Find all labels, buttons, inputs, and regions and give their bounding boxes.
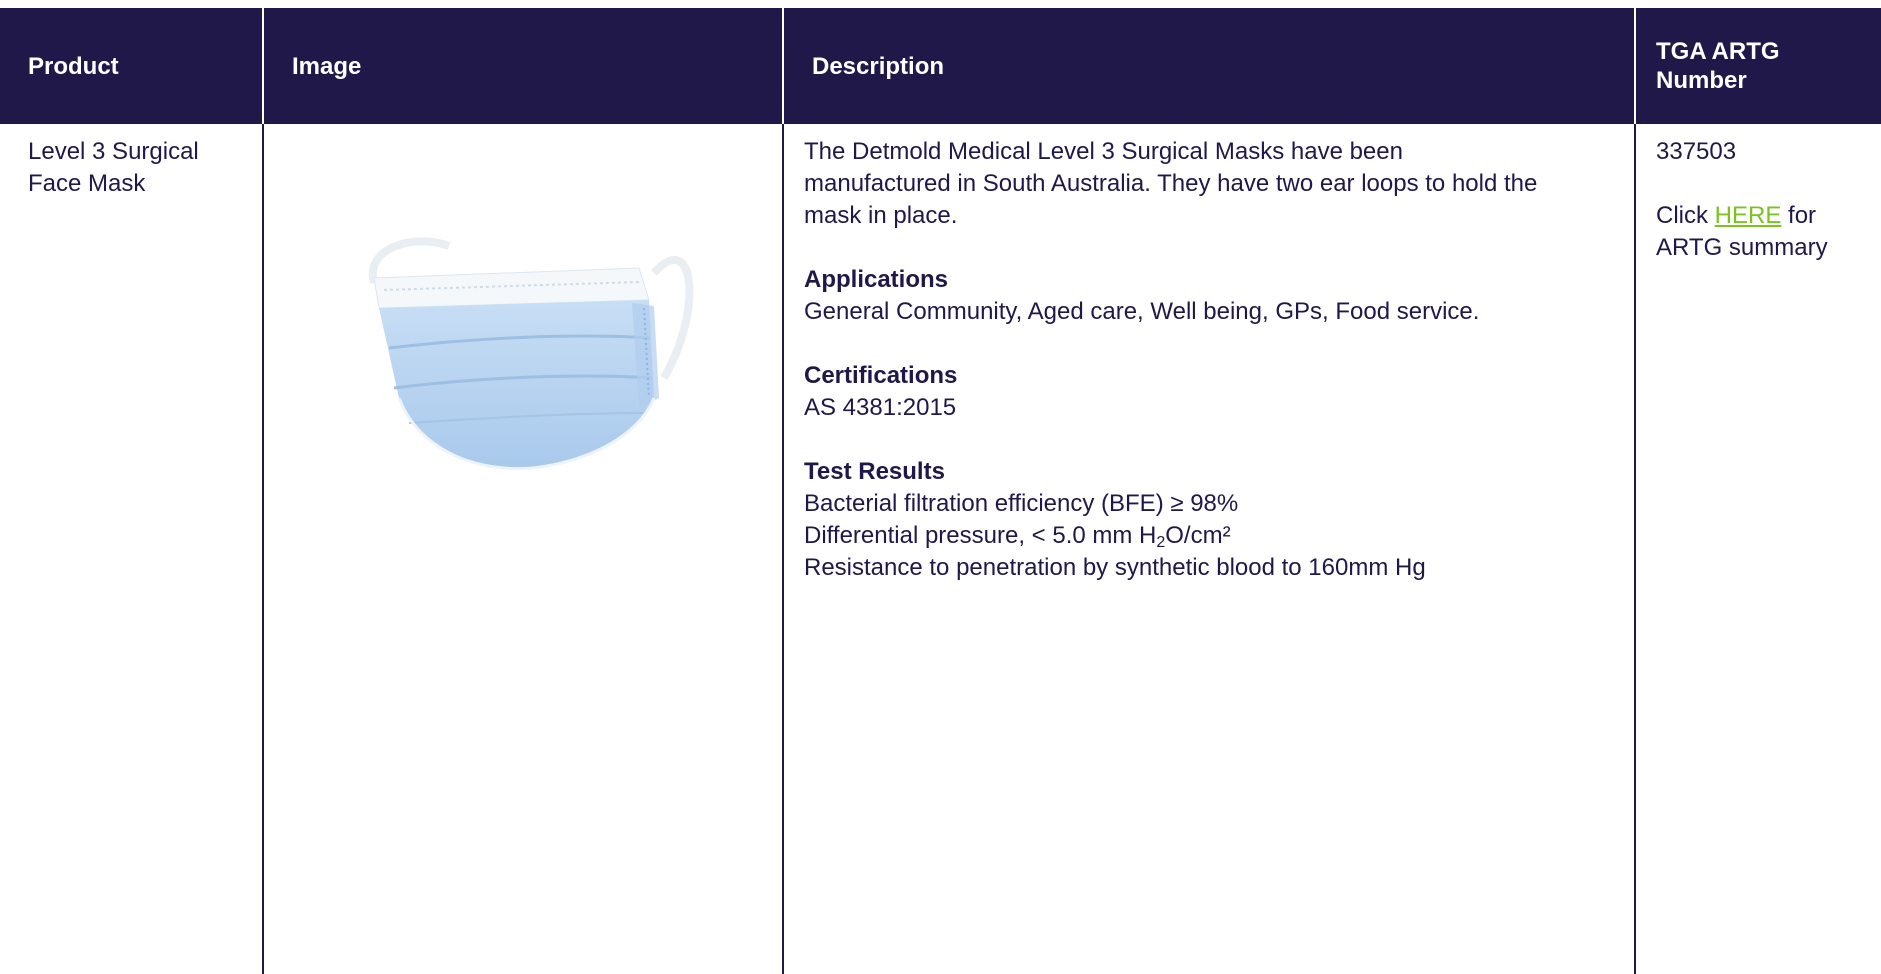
test-result-bfe: Bacterial filtration efficiency (BFE) ≥ … <box>804 490 1239 517</box>
artg-summary-link[interactable]: HERE <box>1715 202 1782 229</box>
header-artg-number: TGA ARTG Number <box>1634 8 1881 124</box>
page: Product Image Description TGA ARTG Numbe… <box>0 0 1881 974</box>
pressure-text-prefix: Differential pressure, < 5.0 mm H <box>804 522 1157 549</box>
applications-heading: Applications <box>804 266 949 293</box>
test-result-differential-pressure: Differential pressure, < 5.0 mm H2O/cm² <box>804 520 1616 552</box>
description-intro-line2: manufactured in South Australia. They ha… <box>804 170 1538 197</box>
artg-click-line: Click HERE for <box>1656 200 1871 232</box>
cell-product: Level 3 Surgical Face Mask <box>0 124 263 974</box>
header-image: Image <box>262 8 783 124</box>
description-intro-line3: mask in place. <box>804 202 958 229</box>
artg-click-suffix: for <box>1781 202 1817 229</box>
cell-artg: 337503 Click HERE for ARTG summary <box>1634 124 1881 974</box>
table-row: Level 3 Surgical Face Mask The Detmold M… <box>0 124 1881 974</box>
surgical-mask-icon <box>354 228 714 508</box>
description-intro-line1: The Detmold Medical Level 3 Surgical Mas… <box>804 138 1403 165</box>
artg-click-prefix: Click <box>1656 202 1715 229</box>
cell-image <box>262 124 783 974</box>
header-product: Product <box>0 8 263 124</box>
test-results-heading: Test Results <box>804 458 945 485</box>
table-header-row: Product Image Description TGA ARTG Numbe… <box>0 8 1881 124</box>
product-name-line2: Face Mask <box>28 170 146 197</box>
cell-description: The Detmold Medical Level 3 Surgical Mas… <box>782 124 1635 974</box>
certifications-text: AS 4381:2015 <box>804 394 957 421</box>
applications-text: General Community, Aged care, Well being… <box>804 298 1480 325</box>
pressure-subscript: 2 <box>1156 534 1166 551</box>
header-artg-line1: TGA ARTG <box>1656 38 1780 65</box>
artg-number: 337503 <box>1656 138 1737 165</box>
certifications-heading: Certifications <box>804 362 958 389</box>
test-result-blood-penetration: Resistance to penetration by synthetic b… <box>804 554 1426 581</box>
artg-summary-text: ARTG summary <box>1656 234 1828 261</box>
product-table: Product Image Description TGA ARTG Numbe… <box>0 8 1881 974</box>
top-margin <box>0 0 1881 8</box>
pressure-text-suffix: O/cm² <box>1165 522 1231 549</box>
header-description: Description <box>782 8 1635 124</box>
header-artg-line2: Number <box>1656 67 1747 94</box>
product-name-line1: Level 3 Surgical <box>28 138 199 165</box>
